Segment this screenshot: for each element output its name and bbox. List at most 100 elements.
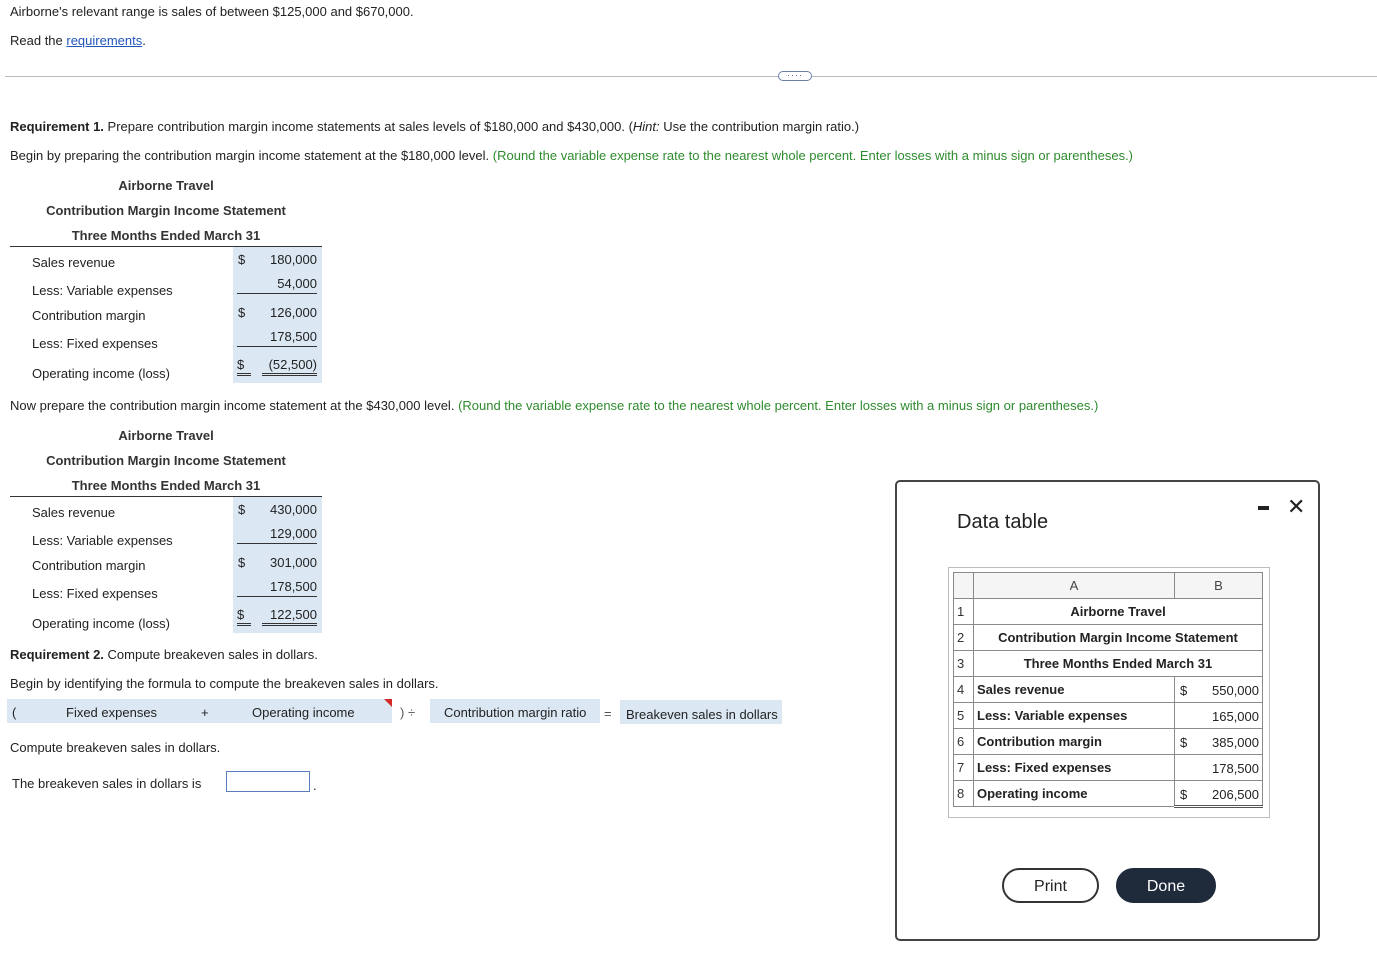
data-table-modal: Data table ✕ A B 1 Airborne Travel 2 Con…: [895, 480, 1320, 941]
statement2-period: Three Months Ended March 31: [71, 478, 261, 493]
table-row: 8 Operating income $206,500: [953, 780, 1263, 808]
row-number: 2: [953, 624, 974, 651]
item-value: 550,000: [1212, 683, 1259, 698]
row-number: 8: [953, 780, 974, 807]
statement1-row-label: Less: Fixed expenses: [32, 336, 158, 351]
statement1-period: Three Months Ended March 31: [71, 228, 261, 243]
table-row: 7 Less: Fixed expenses 178,500: [953, 754, 1263, 781]
statement1-dollar: $: [238, 305, 246, 320]
req2-title: Requirement 2. Compute breakeven sales i…: [10, 647, 318, 662]
table-period: Three Months Ended March 31: [973, 650, 1263, 677]
statement2-row-label: Less: Variable expenses: [32, 533, 173, 548]
column-header-a: A: [973, 572, 1175, 599]
formula-plus: +: [201, 705, 209, 720]
item-value-cell: 178,500: [1174, 754, 1263, 781]
statement1-dollar: $: [237, 357, 251, 376]
req1-begin-line: Begin by preparing the contribution marg…: [10, 148, 1133, 163]
row-number: 4: [953, 676, 974, 703]
item-dollar: $: [1180, 735, 1188, 750]
formula-term1: Fixed expenses: [66, 705, 158, 720]
statement2-value-input[interactable]: 301,000: [262, 555, 317, 570]
statement2-value-input[interactable]: 430,000: [262, 502, 317, 517]
statement2-company: Airborne Travel: [118, 428, 214, 443]
statement2-value-input[interactable]: 178,500: [237, 579, 317, 597]
formula-term2: Operating income: [252, 705, 355, 720]
req1-begin-text: Begin by preparing the contribution marg…: [10, 148, 490, 163]
expand-more-button[interactable]: ····: [778, 71, 812, 81]
statement2-row-label: Less: Fixed expenses: [32, 586, 158, 601]
statement1-row-label: Contribution margin: [32, 308, 146, 323]
requirements-link[interactable]: requirements: [66, 33, 142, 48]
close-icon[interactable]: ✕: [1287, 494, 1305, 520]
item-label: Contribution margin: [973, 728, 1175, 755]
req1-now-text: Now prepare the contribution margin inco…: [10, 398, 455, 413]
formula-term3: Contribution margin ratio: [444, 705, 587, 720]
read-suffix: .: [142, 33, 146, 48]
table-row: 6 Contribution margin $385,000: [953, 728, 1263, 755]
req1-begin-note: (Round the variable expense rate to the …: [492, 148, 1134, 163]
statement2-dollar: $: [238, 502, 246, 517]
item-label: Operating income: [973, 780, 1175, 807]
statement1-row-label: Sales revenue: [32, 255, 116, 270]
table-corner: [953, 572, 974, 599]
statement2-value-input[interactable]: 122,500: [262, 607, 317, 626]
row-number: 6: [953, 728, 974, 755]
formula-equals: =: [604, 706, 612, 721]
statement2-value-input[interactable]: 129,000: [237, 526, 317, 544]
table-row: 3 Three Months Ended March 31: [953, 650, 1263, 677]
statement2-dollar: $: [237, 607, 251, 626]
req1-now-note: (Round the variable expense rate to the …: [458, 398, 1099, 413]
table-statement-title: Contribution Margin Income Statement: [973, 624, 1263, 651]
statement1-value-input[interactable]: 178,500: [237, 329, 317, 347]
req2-title-bold: Requirement 2.: [10, 647, 104, 662]
req2-title-rest: Compute breakeven sales in dollars.: [103, 647, 318, 662]
item-value: 206,500: [1212, 787, 1259, 802]
item-label: Less: Variable expenses: [973, 702, 1175, 729]
formula-result: Breakeven sales in dollars: [626, 707, 778, 722]
item-label: Sales revenue: [973, 676, 1175, 703]
table-row: 1 Airborne Travel: [953, 598, 1263, 625]
statement1-dollar: $: [238, 252, 246, 267]
req1-title: Requirement 1. Prepare contribution marg…: [10, 119, 859, 134]
data-table: A B 1 Airborne Travel 2 Contribution Mar…: [948, 567, 1270, 818]
statement1-row-label: Less: Variable expenses: [32, 283, 173, 298]
item-value: 165,000: [1212, 709, 1259, 724]
row-number: 5: [953, 702, 974, 729]
statement1-value-input[interactable]: (52,500): [262, 357, 317, 376]
statement1-value-input[interactable]: 54,000: [237, 276, 317, 294]
row-number: 7: [953, 754, 974, 781]
statement1-row-label: Operating income (loss): [32, 366, 170, 381]
modal-title: Data table: [957, 511, 1049, 533]
item-label: Less: Fixed expenses: [973, 754, 1175, 781]
statement1-title: Contribution Margin Income Statement: [46, 203, 286, 218]
statement1-value-input[interactable]: 126,000: [262, 305, 317, 320]
breakeven-answer-input[interactable]: [226, 771, 310, 792]
table-company: Airborne Travel: [973, 598, 1263, 625]
relevant-range-text: Airborne's relevant range is sales of be…: [10, 4, 414, 19]
req2-compute-text: Compute breakeven sales in dollars.: [10, 740, 221, 755]
item-value: 385,000: [1212, 735, 1259, 750]
row-number: 1: [953, 598, 974, 625]
item-value: 178,500: [1212, 761, 1259, 776]
done-button[interactable]: Done: [1116, 868, 1216, 903]
breakeven-answer-suffix: .: [313, 778, 317, 793]
statement2-row-label: Operating income (loss): [32, 616, 170, 631]
statement1-company: Airborne Travel: [118, 178, 214, 193]
req1-title-bold: Requirement 1.: [10, 119, 104, 134]
statement2-dollar: $: [238, 555, 246, 570]
req2-begin-text: Begin by identifying the formula to comp…: [10, 676, 439, 691]
item-dollar: $: [1180, 683, 1188, 698]
req1-now-line: Now prepare the contribution margin inco…: [10, 398, 1098, 413]
breakeven-answer-label: The breakeven sales in dollars is: [12, 776, 202, 791]
print-button[interactable]: Print: [1002, 868, 1099, 903]
statement2-row-label: Sales revenue: [32, 505, 116, 520]
item-value-cell: 165,000: [1174, 702, 1263, 729]
item-value-cell: $385,000: [1174, 728, 1263, 755]
statement2-title: Contribution Margin Income Statement: [46, 453, 286, 468]
statement2-row-label: Contribution margin: [32, 558, 146, 573]
read-requirements-line: Read the requirements.: [10, 33, 146, 48]
statement1-value-input[interactable]: 180,000: [262, 252, 317, 267]
minimize-icon[interactable]: [1258, 506, 1269, 510]
column-header-b: B: [1174, 572, 1263, 599]
row-number: 3: [953, 650, 974, 677]
